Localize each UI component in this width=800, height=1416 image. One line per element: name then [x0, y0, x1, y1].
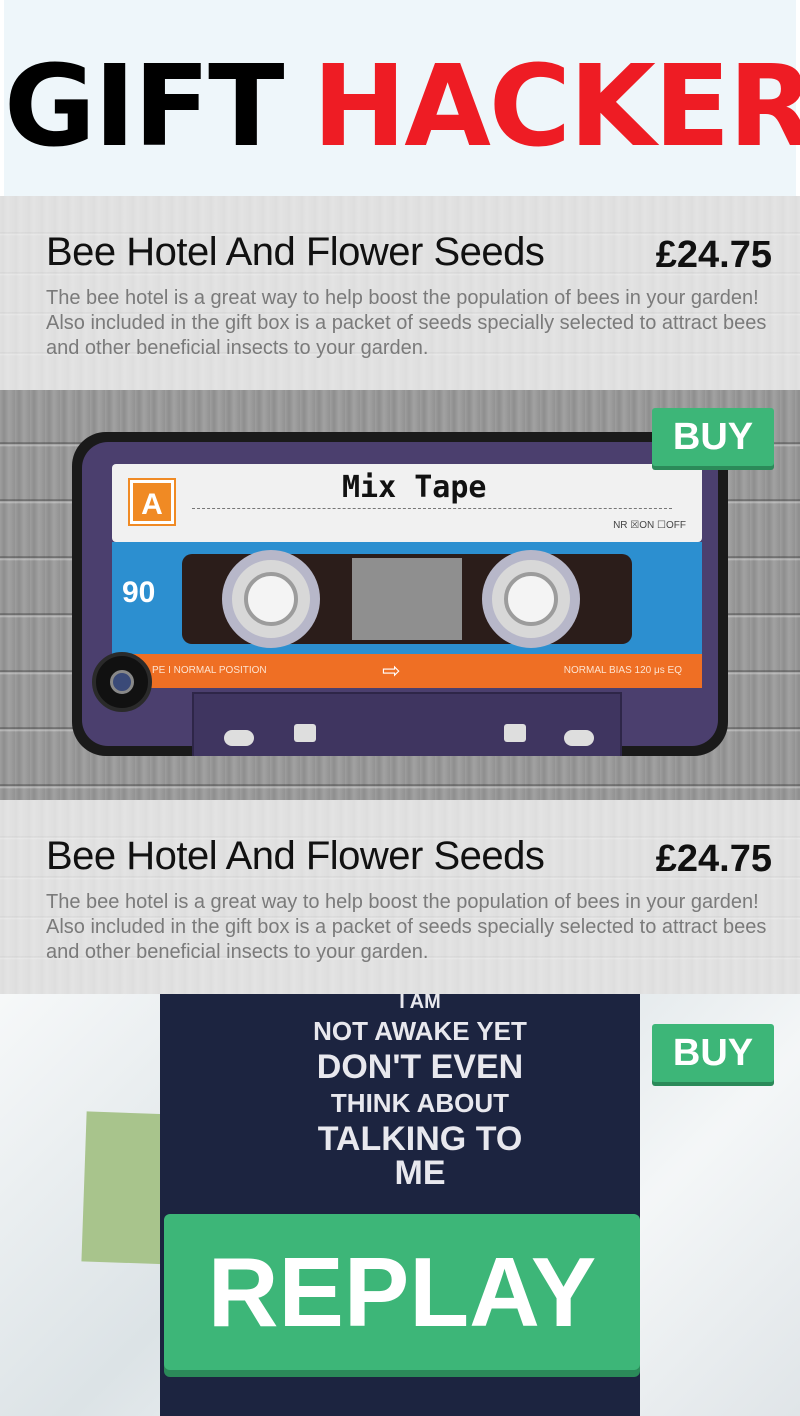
product-title: Bee Hotel And Flower Seeds: [46, 230, 545, 274]
tshirt-line: DON'T EVEN: [316, 1048, 524, 1086]
band-left-text: PE I NORMAL POSITION: [152, 665, 267, 676]
product-description: The bee hotel is a great way to help boo…: [46, 287, 767, 359]
tshirt-line: I AM: [399, 994, 441, 1013]
cassette-label: A Mix Tape NR ☒ON ☐OFF: [112, 464, 702, 542]
tape-length: 90: [122, 576, 156, 609]
noise-reduction-switch: NR ☒ON ☐OFF: [613, 520, 686, 531]
tape-window: [182, 550, 632, 648]
reel-left-icon: [222, 550, 320, 648]
tshirt-line: NOT AWAKE YET: [313, 1016, 527, 1046]
product-info-1: Bee Hotel And Flower Seeds £24.75 The be…: [0, 196, 800, 392]
cassette-orange-band: PE I NORMAL POSITION ⇨ NORMAL BIAS 120 μ…: [112, 654, 702, 688]
cassette-blue-band: 90: [112, 542, 702, 654]
camera-icon: [92, 652, 152, 712]
cassette-bottom: [192, 692, 622, 756]
arrow-right-icon: ⇨: [382, 658, 401, 683]
logo-word-gift: GIFT: [4, 42, 285, 172]
phone-case: A Mix Tape NR ☒ON ☐OFF 90 PE I NORMAL PO…: [72, 432, 728, 756]
cassette-badge: A: [128, 478, 176, 526]
buy-button[interactable]: BUY: [652, 1024, 774, 1082]
reel-right-icon: [482, 550, 580, 648]
tshirt-line: TALKING TO ME: [317, 1120, 523, 1192]
product-description: The bee hotel is a great way to help boo…: [46, 891, 767, 963]
buy-button[interactable]: BUY: [652, 408, 774, 466]
header: GIFT HACKER: [0, 0, 800, 196]
product-image-cassette-case[interactable]: A Mix Tape NR ☒ON ☐OFF 90 PE I NORMAL PO…: [0, 390, 800, 800]
product-price: £24.75: [655, 838, 772, 880]
band-right-text: NORMAL BIAS 120 μs EQ: [563, 665, 682, 676]
gift-hacker-logo: GIFT HACKER: [4, 48, 800, 166]
tshirt-line: THINK ABOUT: [330, 1088, 510, 1118]
cassette-title: Mix Tape: [342, 470, 487, 505]
product-title: Bee Hotel And Flower Seeds: [46, 834, 545, 878]
replay-button[interactable]: REPLAY: [164, 1214, 640, 1370]
tshirt-print: I AM NOT AWAKE YET DON'T EVEN THINK ABOU…: [310, 994, 530, 1196]
product-info-2: Bee Hotel And Flower Seeds £24.75 The be…: [0, 800, 800, 996]
product-price: £24.75: [655, 234, 772, 276]
logo-word-hacker: HACKER: [312, 42, 800, 172]
